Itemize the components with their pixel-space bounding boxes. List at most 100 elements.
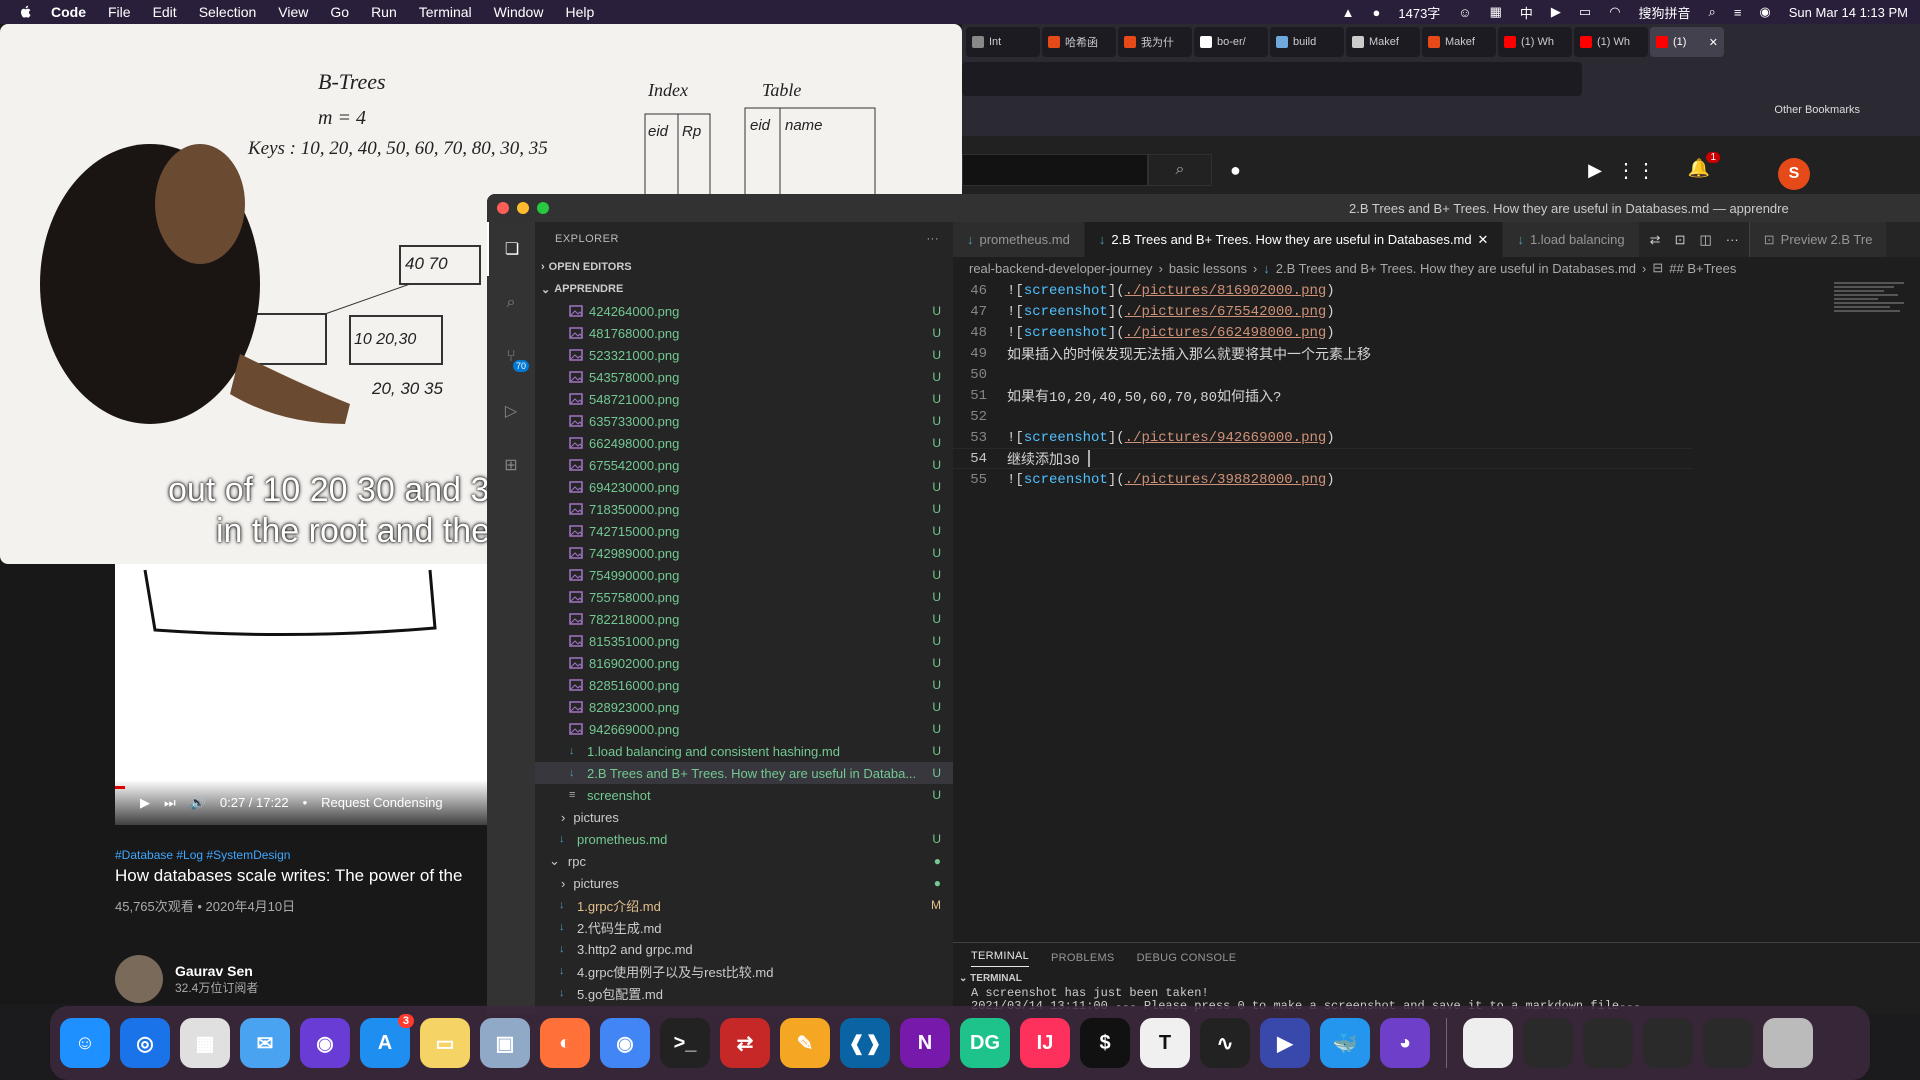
pages-icon[interactable]: ✎ — [780, 1018, 830, 1068]
menu-view[interactable]: View — [267, 4, 319, 20]
document-icon[interactable] — [1463, 1018, 1513, 1068]
close-icon[interactable]: ✕ — [1478, 232, 1489, 248]
file-item[interactable]: ↓ 1.load balancing and consistent hashing… — [535, 740, 953, 762]
docker-icon[interactable]: 🐳 — [1320, 1018, 1370, 1068]
firefox-icon[interactable]: ◐ — [540, 1018, 590, 1068]
teams-icon[interactable]: ▶ — [1260, 1018, 1310, 1068]
close-window-button[interactable] — [497, 202, 509, 214]
image-file-item[interactable]: 718350000.png U — [535, 498, 953, 520]
menu-window[interactable]: Window — [483, 4, 555, 20]
workspace-root[interactable]: ⌄ APPRENDRE — [535, 278, 953, 300]
image-file-item[interactable]: 548721000.png U — [535, 388, 953, 410]
browser-tab[interactable]: 哈希函 — [1042, 27, 1116, 57]
code-line[interactable]: 48 ![screenshot](./pictures/662498000.png… — [953, 322, 1693, 343]
image-file-item[interactable]: 742715000.png U — [535, 520, 953, 542]
iterm-icon[interactable]: $ — [1080, 1018, 1130, 1068]
microphone-icon[interactable]: ● — [1230, 160, 1241, 181]
trash-icon[interactable] — [1763, 1018, 1813, 1068]
compare-icon[interactable]: ⇄ — [1650, 232, 1661, 248]
notes-icon[interactable]: ▭ — [420, 1018, 470, 1068]
split-editor-icon[interactable]: ◫ — [1699, 232, 1711, 248]
appstore-icon[interactable]: A3 — [360, 1014, 414, 1068]
open-preview-icon[interactable]: ⊡ — [1675, 232, 1686, 248]
siri-menu-icon[interactable]: ◉ — [1759, 4, 1770, 20]
remote-icon[interactable]: ⇄ — [720, 1018, 770, 1068]
image-file-item[interactable]: 816902000.png U — [535, 652, 953, 674]
image-file-item[interactable]: 675542000.png U — [535, 454, 953, 476]
finder-icon[interactable]: ☺ — [60, 1018, 110, 1068]
tab-preview[interactable]: ⊡ Preview 2.B Tre — [1748, 222, 1888, 257]
safari-icon[interactable]: ◎ — [120, 1018, 170, 1068]
search-icon[interactable]: ⌕ — [1148, 154, 1212, 186]
mail-icon[interactable]: ✉ — [240, 1018, 290, 1068]
image-file-item[interactable]: 782218000.png U — [535, 608, 953, 630]
menu-file[interactable]: File — [97, 4, 142, 20]
more-actions-icon[interactable]: ··· — [1726, 232, 1739, 247]
code-line[interactable]: 50 — [953, 364, 1693, 385]
browser-tab[interactable]: build — [1270, 27, 1344, 57]
image-file-item[interactable]: 635733000.png U — [535, 410, 953, 432]
image-file-item[interactable]: 942669000.png U — [535, 718, 953, 740]
spotlight-icon[interactable]: ⌕ — [1709, 4, 1716, 20]
more-actions-icon[interactable]: ··· — [927, 233, 940, 245]
code-line[interactable]: 51 如果有10,20,40,50,60,70,80如何插入? — [953, 385, 1693, 406]
battery-icon[interactable]: ▭ — [1579, 4, 1591, 20]
image-file-item[interactable]: 523321000.png U — [535, 344, 953, 366]
preview-icon[interactable]: ▣ — [480, 1018, 530, 1068]
menu-edit[interactable]: Edit — [142, 4, 188, 20]
apple-icon[interactable] — [18, 4, 34, 20]
image-file-item[interactable]: 662498000.png U — [535, 432, 953, 454]
browser-tab[interactable]: Makef — [1346, 27, 1420, 57]
next-icon[interactable]: ⏭ — [164, 795, 176, 811]
code-line[interactable]: 55 ![screenshot](./pictures/398828000.png… — [953, 469, 1693, 490]
play-status-icon[interactable]: ▶ — [1551, 4, 1561, 20]
intellij-icon[interactable]: IJ — [1020, 1018, 1070, 1068]
browser-tab-active[interactable]: (1) ✕ — [1650, 27, 1724, 57]
channel-avatar[interactable] — [115, 955, 163, 1003]
image-file-item[interactable]: 694230000.png U — [535, 476, 953, 498]
browser-tab[interactable]: bo-er/ — [1194, 27, 1268, 57]
create-video-icon[interactable]: ▶ — [1588, 160, 1602, 181]
browser-tab[interactable]: 我为什 — [1118, 27, 1192, 57]
file-item-selected[interactable]: ↓ 2.B Trees and B+ Trees. How they are us… — [535, 762, 953, 784]
run-debug-icon[interactable]: ▷ — [487, 384, 535, 438]
open-editors-section[interactable]: › OPEN EDITORS — [535, 256, 953, 278]
keyboard-icon[interactable]: ▦ — [1490, 4, 1502, 20]
file-item[interactable]: ↓ 2.代码生成.md — [535, 916, 953, 938]
panel-tab-debug-console[interactable]: DEBUG CONSOLE — [1137, 952, 1237, 964]
play-icon[interactable]: ▶ — [140, 795, 150, 811]
file-item[interactable]: ↓ 1.grpc介绍.md M — [535, 894, 953, 916]
image-link[interactable]: ./pictures/662498000.png — [1125, 325, 1327, 341]
activity-icon[interactable]: ∿ — [1200, 1018, 1250, 1068]
menu-selection[interactable]: Selection — [188, 4, 268, 20]
minimap[interactable] — [1834, 280, 1920, 430]
image-link[interactable]: ./pictures/816902000.png — [1125, 283, 1327, 299]
github-icon[interactable]: ◕ — [1380, 1018, 1430, 1068]
folder-item[interactable]: › pictures — [535, 806, 953, 828]
input-method-name[interactable]: 搜狗拼音 — [1639, 3, 1691, 22]
other-bookmarks[interactable]: Other Bookmarks — [1774, 104, 1860, 116]
typora-icon[interactable]: T — [1140, 1018, 1190, 1068]
channel-name[interactable]: Gaurav Sen — [175, 963, 258, 979]
image-link[interactable]: ./pictures/398828000.png — [1125, 472, 1327, 488]
panel-tab-problems[interactable]: PROBLEMS — [1051, 952, 1115, 964]
image-file-item[interactable]: 828923000.png U — [535, 696, 953, 718]
file-item[interactable]: ↓ 5.go包配置.md — [535, 982, 953, 1004]
siri-icon[interactable]: ◉ — [300, 1018, 350, 1068]
zoom-window-button[interactable] — [537, 202, 549, 214]
smiley-icon[interactable]: ☺ — [1458, 5, 1471, 20]
image-link[interactable]: ./pictures/675542000.png — [1125, 304, 1327, 320]
window-thumb[interactable] — [1523, 1018, 1573, 1068]
tab-load-balancing[interactable]: ↓ 1.load balancing — [1503, 222, 1640, 257]
folder-item[interactable]: ⌄ rpc ● — [535, 850, 953, 872]
file-item[interactable]: ↓ 4.grpc使用例子以及与rest比较.md — [535, 960, 953, 982]
elephant-icon[interactable]: ● — [1373, 5, 1381, 20]
close-tab-icon[interactable]: ✕ — [1709, 36, 1718, 49]
menu-app-name[interactable]: Code — [40, 4, 97, 20]
menu-go[interactable]: Go — [319, 4, 360, 20]
browser-tab[interactable]: Makef — [1422, 27, 1496, 57]
code-line[interactable]: 47 ![screenshot](./pictures/675542000.png… — [953, 301, 1693, 322]
volume-icon[interactable]: 🔊 — [190, 795, 206, 811]
search-icon[interactable]: ⌕ — [487, 276, 535, 330]
image-file-item[interactable]: 755758000.png U — [535, 586, 953, 608]
